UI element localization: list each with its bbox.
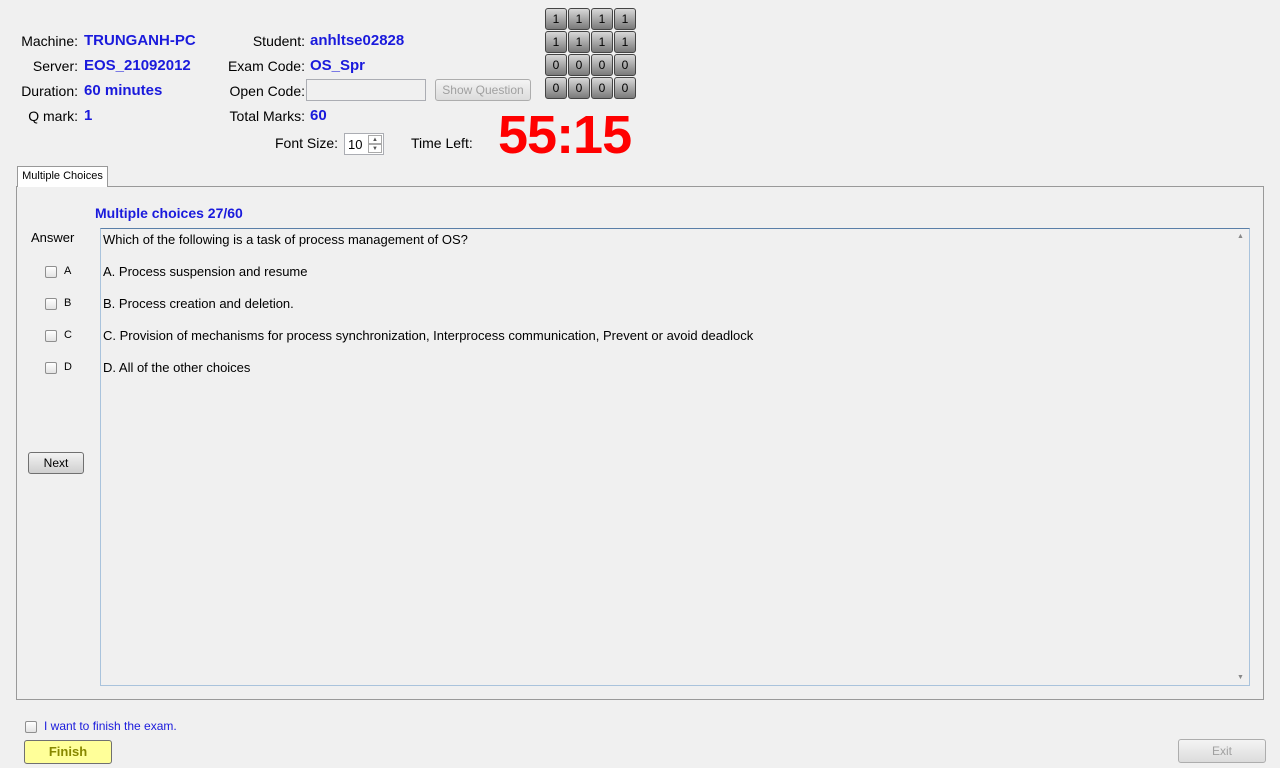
- question-header: Multiple choices 27/60: [95, 205, 243, 221]
- student-label: Student:: [252, 33, 305, 49]
- question-text: Which of the following is a task of proc…: [103, 232, 468, 247]
- answer-key-b: B: [64, 297, 72, 309]
- scrollbar[interactable]: ▲ ▼: [1233, 229, 1249, 685]
- open-code-label: Open Code:: [229, 83, 306, 99]
- spin-down-icon[interactable]: ▼: [368, 144, 382, 153]
- grid-button[interactable]: 1: [545, 8, 567, 30]
- exam-code-value: OS_Spr: [310, 57, 366, 74]
- grid-button[interactable]: 0: [591, 54, 613, 76]
- server-value: EOS_21092012: [84, 57, 191, 74]
- tab-multiple-choices[interactable]: Multiple Choices: [17, 166, 108, 187]
- exam-code-label: Exam Code:: [227, 58, 305, 74]
- answer-label: Answer: [31, 230, 75, 245]
- grid-button[interactable]: 1: [591, 31, 613, 53]
- machine-value: TRUNGANH-PC: [84, 32, 196, 49]
- grid-button[interactable]: 0: [614, 54, 636, 76]
- answer-checkbox-b[interactable]: [45, 298, 57, 310]
- font-size-stepper[interactable]: 10 ▲ ▼: [344, 133, 384, 155]
- qmark-label: Q mark:: [28, 108, 78, 124]
- exit-button[interactable]: Exit: [1178, 739, 1266, 763]
- option-c: C. Provision of mechanisms for process s…: [103, 328, 754, 343]
- student-value: anhltse02828: [310, 32, 405, 49]
- grid-button[interactable]: 1: [614, 31, 636, 53]
- option-a: A. Process suspension and resume: [103, 264, 308, 279]
- grid-button[interactable]: 1: [614, 8, 636, 30]
- scroll-down-icon[interactable]: ▼: [1237, 674, 1244, 681]
- grid-button[interactable]: 0: [614, 77, 636, 99]
- server-label: Server:: [32, 58, 78, 74]
- finish-checkbox[interactable]: [25, 721, 37, 733]
- total-marks-label: Total Marks:: [229, 108, 305, 124]
- finish-button[interactable]: Finish: [24, 740, 112, 764]
- answer-checkbox-a[interactable]: [45, 266, 57, 278]
- option-d: D. All of the other choices: [103, 360, 251, 375]
- option-b: B. Process creation and deletion.: [103, 296, 294, 311]
- answer-checkbox-d[interactable]: [45, 362, 57, 374]
- qmark-value: 1: [84, 107, 93, 124]
- finish-checkbox-label[interactable]: I want to finish the exam.: [44, 719, 177, 733]
- font-size-label: Font Size:: [275, 135, 339, 151]
- grid-button[interactable]: 0: [545, 77, 567, 99]
- font-size-value: 10: [348, 137, 363, 152]
- answer-key-a: A: [64, 265, 72, 277]
- grid-button[interactable]: 0: [545, 54, 567, 76]
- spin-up-icon[interactable]: ▲: [368, 135, 382, 144]
- open-code-input[interactable]: [306, 79, 426, 101]
- grid-button[interactable]: 1: [545, 31, 567, 53]
- next-button[interactable]: Next: [28, 452, 84, 474]
- timer: 55:15: [498, 105, 632, 165]
- grid-button[interactable]: 1: [591, 8, 613, 30]
- show-question-button[interactable]: Show Question: [435, 79, 531, 101]
- grid-button[interactable]: 1: [568, 8, 590, 30]
- grid-button[interactable]: 1: [568, 31, 590, 53]
- grid-button[interactable]: 0: [568, 77, 590, 99]
- answer-key-d: D: [64, 361, 72, 373]
- answer-checkbox-c[interactable]: [45, 330, 57, 342]
- answer-key-c: C: [64, 329, 72, 341]
- scroll-up-icon[interactable]: ▲: [1237, 233, 1244, 240]
- grid-button[interactable]: 0: [591, 77, 613, 99]
- machine-label: Machine:: [21, 33, 78, 49]
- duration-value: 60 minutes: [84, 82, 163, 99]
- grid-button[interactable]: 0: [568, 54, 590, 76]
- total-marks-value: 60: [310, 107, 327, 124]
- duration-label: Duration:: [21, 83, 78, 99]
- time-left-label: Time Left:: [411, 135, 473, 151]
